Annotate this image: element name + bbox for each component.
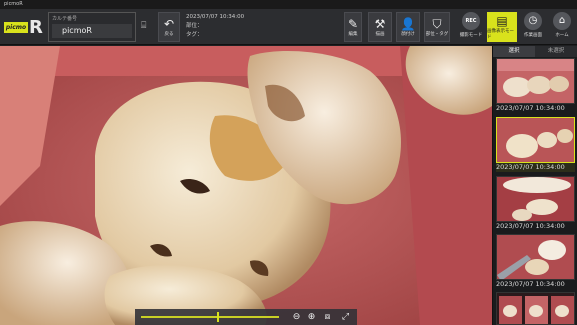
rec-label: 撮影モード	[459, 33, 483, 38]
rec-badge: REC	[462, 12, 480, 30]
zoom-slider-thumb[interactable]	[216, 312, 219, 322]
zoom-toolbar: ⊖ ⊕ ⧈ ⤢	[135, 309, 357, 325]
tab-selected[interactable]: 選択	[493, 46, 535, 57]
thumbnail-item[interactable]: 2023/07/07 10:34:00	[496, 176, 575, 231]
clock-icon: ◷	[524, 12, 542, 30]
thumbnail-caption: 2023/07/07 10:34:00	[496, 163, 575, 172]
pen-icon: ✎	[347, 17, 359, 31]
thumbnail-sidebar: 選択 未選択 2023/07/07 10:34:00 2023/07/07 10…	[492, 46, 577, 325]
logo-letter: R	[29, 16, 43, 38]
logo-badge: picmo	[4, 21, 28, 33]
image-mode-button[interactable]: ▤ 画像表示モード	[487, 12, 517, 42]
home-label: ホーム	[555, 33, 569, 38]
patient-label: カルテ番号	[52, 16, 78, 22]
dental-photo	[0, 46, 492, 325]
sidebar-tabs: 選択 未選択	[493, 46, 577, 57]
image-viewer[interactable]: ⊖ ⊕ ⧈ ⤢	[0, 46, 492, 325]
thumbnail-item-selected[interactable]: 2023/07/07 10:34:00	[496, 117, 575, 172]
thumbnail-image	[496, 58, 575, 104]
patient-menu-icon[interactable]: ⌸	[141, 21, 146, 31]
tag-button[interactable]: ⛉ 部位・タグ	[424, 12, 450, 42]
tools-button[interactable]: ⚒ 描画	[368, 12, 392, 42]
patient-field[interactable]: カルテ番号 picmoR	[48, 12, 136, 42]
person-icon: 👤	[400, 17, 416, 31]
crop-icon[interactable]: ⧈	[321, 311, 334, 323]
gallery-icon: ▤	[496, 14, 508, 28]
zoom-slider[interactable]	[141, 316, 279, 318]
home-icon: ⌂	[553, 12, 571, 30]
thumbnail-strip[interactable]	[496, 292, 575, 325]
tag-icon: ⛉	[432, 17, 442, 31]
thumbnail-item[interactable]: 2023/07/07 10:34:00	[496, 234, 575, 289]
thumbnail-image	[496, 292, 575, 325]
window-title: picmoR	[0, 0, 577, 9]
fullscreen-icon[interactable]: ⤢	[339, 311, 352, 323]
edit-button[interactable]: ✎ 編集	[344, 12, 362, 42]
info-datetime: 2023/07/07 10:34:00	[186, 14, 245, 20]
back-label: 戻る	[164, 32, 174, 37]
image-mode-label: 画像表示モード	[487, 29, 514, 40]
thumbnail-image	[496, 234, 575, 280]
toolbar: picmo R カルテ番号 picmoR ⌸ ↶ 戻る 2023/07/07 1…	[0, 9, 577, 45]
info-tag: タグ：	[186, 32, 203, 38]
tools-label: 描画	[375, 32, 385, 37]
zoom-in-icon[interactable]: ⊕	[305, 311, 318, 323]
video-button[interactable]: ◷ 作業画面	[520, 12, 546, 42]
wand-icon: ⚒	[374, 17, 386, 31]
zoom-out-icon[interactable]: ⊖	[290, 311, 303, 323]
register-label: 顔付け	[401, 32, 415, 37]
info-site: 部位：	[186, 23, 203, 29]
thumbnail-caption: 2023/07/07 10:34:00	[496, 280, 575, 289]
rec-mode-button[interactable]: REC 撮影モード	[458, 12, 484, 42]
patient-name: picmoR	[52, 24, 132, 38]
image-info: 2023/07/07 10:34:00 部位： タグ：	[186, 13, 244, 40]
thumbnail-caption: 2023/07/07 10:34:00	[496, 104, 575, 113]
tab-unselected[interactable]: 未選択	[535, 46, 577, 57]
thumbnail-caption: 2023/07/07 10:34:00	[496, 222, 575, 231]
register-button[interactable]: 👤 顔付け	[396, 12, 420, 42]
back-button[interactable]: ↶ 戻る	[158, 12, 180, 42]
thumbnail-item[interactable]: 2023/07/07 10:34:00	[496, 58, 575, 113]
edit-label: 編集	[348, 32, 358, 37]
tag-label: 部位・タグ	[425, 32, 449, 37]
undo-icon: ↶	[163, 17, 175, 31]
thumbnail-image	[496, 117, 575, 163]
app-logo: picmo R	[4, 12, 44, 42]
home-button[interactable]: ⌂ ホーム	[549, 12, 575, 42]
thumbnail-image	[496, 176, 575, 222]
video-label: 作業画面	[524, 33, 542, 38]
